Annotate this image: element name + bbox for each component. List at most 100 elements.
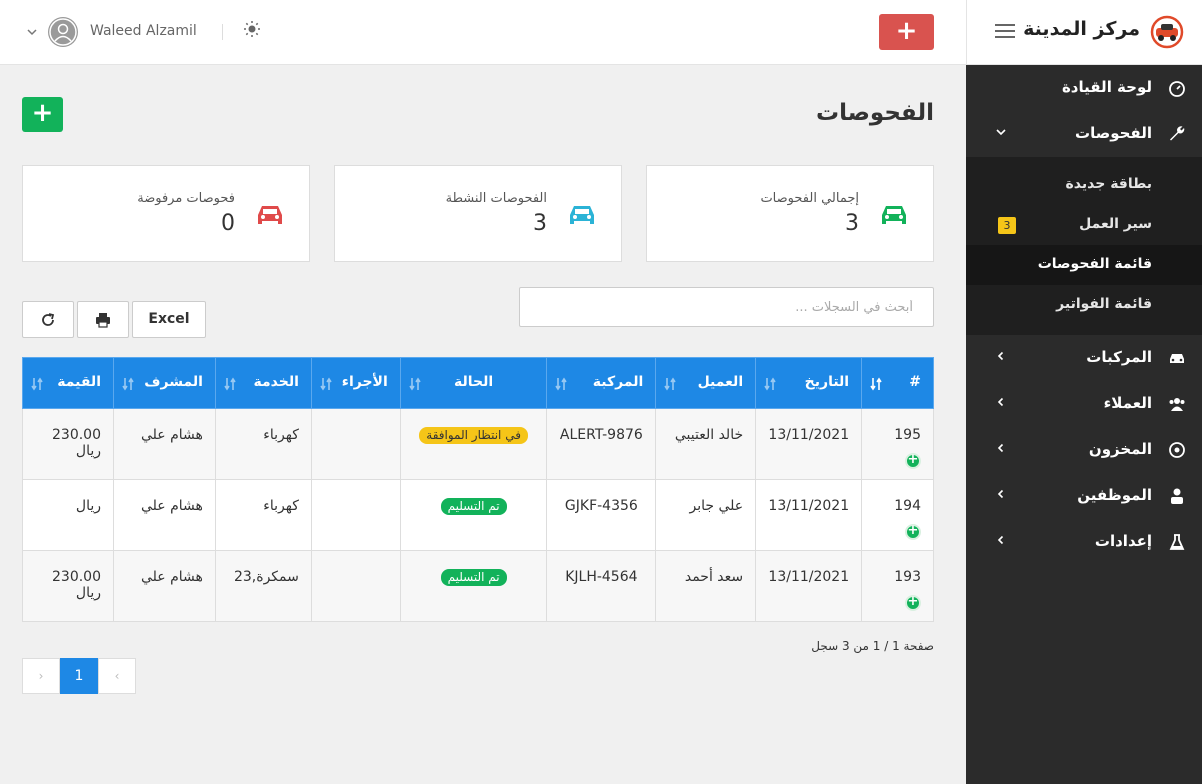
- cell-supervisor: هشام علي: [113, 408, 216, 480]
- column-header-label: الحالة: [454, 374, 494, 390]
- sort-icon: [764, 377, 776, 391]
- chevron-down-icon: [996, 129, 1006, 136]
- column-header-label: القيمة: [57, 374, 101, 390]
- row-id: 195: [894, 427, 921, 443]
- submenu-item-new-card[interactable]: بطاقة جديدة: [966, 165, 1202, 205]
- sidebar-item-inventory[interactable]: المخزون: [966, 427, 1202, 473]
- cell-id: 193: [861, 550, 934, 622]
- dashboard-icon: [1169, 81, 1185, 97]
- page-title: الفحوصات: [815, 100, 934, 126]
- column-header-id[interactable]: #: [861, 357, 934, 409]
- menu-toggle-icon[interactable]: [995, 24, 1015, 40]
- column-header-label: التاريخ: [804, 374, 850, 390]
- pagination-info: صفحة 1 / 1 من 3 سجل: [811, 639, 934, 653]
- stat-value: 3: [845, 211, 859, 236]
- submenu-item-inspections-list[interactable]: قائمة الفحوصات: [966, 245, 1202, 285]
- chevron-left-icon: [997, 535, 1004, 545]
- column-header-label: الأجراء: [341, 374, 388, 390]
- table-row[interactable]: 195 13/11/2021 خالد العتيبي ALERT-9876 ف…: [22, 408, 934, 480]
- export-excel-button[interactable]: Excel: [132, 301, 206, 338]
- cell-supervisor: هشام علي: [113, 479, 216, 551]
- cell-date: 13/11/2021: [755, 479, 863, 551]
- sidebar-item-vehicles[interactable]: المركبات: [966, 335, 1202, 381]
- quick-add-button[interactable]: +: [879, 14, 934, 50]
- table-row[interactable]: 193 13/11/2021 سعد أحمد KJLH-4564 تم الت…: [22, 550, 934, 622]
- column-header-status[interactable]: الحالة: [399, 357, 548, 409]
- page-number-button[interactable]: 1: [60, 658, 98, 694]
- column-header-client[interactable]: العميل: [655, 357, 757, 409]
- cell-id: 195: [861, 408, 934, 480]
- cell-client: علي جابر: [655, 479, 757, 551]
- car-icon: [570, 206, 594, 224]
- column-header-vehicle[interactable]: المركبة: [546, 357, 657, 409]
- cell-status: تم التسليم: [399, 550, 548, 622]
- stat-label: إجمالي الفحوصات: [760, 191, 859, 206]
- column-header-service[interactable]: الخدمة: [214, 357, 312, 409]
- search-input[interactable]: [519, 287, 934, 327]
- car-icon: [258, 206, 282, 224]
- sort-icon: [409, 377, 421, 391]
- column-header-value[interactable]: القيمة: [22, 357, 114, 409]
- user-avatar-icon: [49, 18, 77, 46]
- sidebar-item-label: لوحة القيادة: [1061, 78, 1152, 96]
- column-header-label: المشرف: [144, 374, 203, 390]
- sort-icon: [555, 377, 568, 391]
- car-icon: [1170, 354, 1184, 363]
- submenu-item-label: بطاقة جديدة: [1065, 176, 1152, 192]
- column-header-label: الخدمة: [253, 374, 299, 390]
- add-inspection-button[interactable]: +: [22, 97, 63, 132]
- cell-vehicle: GJKF-4356: [546, 479, 657, 551]
- cell-service: سمكرة,23: [214, 550, 312, 622]
- column-header-label: المركبة: [592, 374, 644, 390]
- chevron-down-icon[interactable]: [27, 27, 37, 37]
- row-id: 193: [894, 569, 921, 585]
- column-header-actions[interactable]: الأجراء: [310, 357, 401, 409]
- print-button[interactable]: [77, 301, 129, 338]
- sidebar-item-label: الموظفين: [1077, 486, 1152, 504]
- cell-service: كهرباء: [214, 479, 312, 551]
- prev-page-button[interactable]: ‹: [98, 658, 136, 694]
- submenu-item-invoices-list[interactable]: قائمة الفواتير: [966, 285, 1202, 325]
- cell-status: تم التسليم: [399, 479, 548, 551]
- topbar: + Waleed Alzamil: [0, 0, 966, 65]
- car-icon: [882, 206, 906, 224]
- users-icon: [1169, 398, 1185, 411]
- sort-icon: [870, 377, 882, 391]
- sidebar-item-label: العملاء: [1103, 394, 1152, 412]
- user-name[interactable]: Waleed Alzamil: [90, 23, 197, 39]
- column-header-date[interactable]: التاريخ: [755, 357, 863, 409]
- avatar[interactable]: [48, 17, 78, 47]
- user-icon: [1171, 488, 1183, 504]
- stat-card-total: إجمالي الفحوصات 3: [646, 165, 934, 262]
- expand-row-icon[interactable]: [905, 594, 921, 611]
- sidebar-item-dashboard[interactable]: لوحة القيادة: [966, 65, 1202, 111]
- cell-value: 230.00 ريال: [22, 550, 114, 622]
- chevron-left-icon: [997, 351, 1004, 361]
- cell-id: 194: [861, 479, 934, 551]
- sidebar-item-clients[interactable]: العملاء: [966, 381, 1202, 427]
- status-badge: تم التسليم: [440, 498, 507, 515]
- submenu-item-workflow[interactable]: سير العمل 3: [966, 205, 1202, 245]
- cell-actions: [310, 479, 401, 551]
- cell-status: في انتظار الموافقة: [399, 408, 548, 480]
- stat-card-rejected: فحوصات مرفوضة 0: [22, 165, 310, 262]
- sidebar-item-settings[interactable]: إعدادات: [966, 519, 1202, 565]
- stat-value: 3: [533, 211, 547, 236]
- cell-vehicle: ALERT-9876: [546, 408, 657, 480]
- print-icon: [96, 313, 110, 328]
- chevron-left-icon: [997, 443, 1004, 453]
- cell-date: 13/11/2021: [755, 550, 863, 622]
- expand-row-icon[interactable]: [905, 523, 921, 540]
- column-header-supervisor[interactable]: المشرف: [113, 357, 216, 409]
- sidebar-item-label: الفحوصات: [1075, 124, 1152, 142]
- cell-actions: [310, 408, 401, 480]
- expand-row-icon[interactable]: [905, 452, 921, 469]
- next-page-button[interactable]: ›: [22, 658, 60, 694]
- sidebar-item-employees[interactable]: الموظفين: [966, 473, 1202, 519]
- table-row[interactable]: 194 13/11/2021 علي جابر GJKF-4356 تم الت…: [22, 479, 934, 551]
- table-header-row: # التاريخ العميل المركبة الحالة الأجراء …: [22, 357, 934, 409]
- sun-icon[interactable]: [243, 20, 261, 38]
- sidebar-item-inspections[interactable]: الفحوصات: [966, 111, 1202, 157]
- refresh-button[interactable]: [22, 301, 74, 338]
- cell-value: 230.00 ريال: [22, 408, 114, 480]
